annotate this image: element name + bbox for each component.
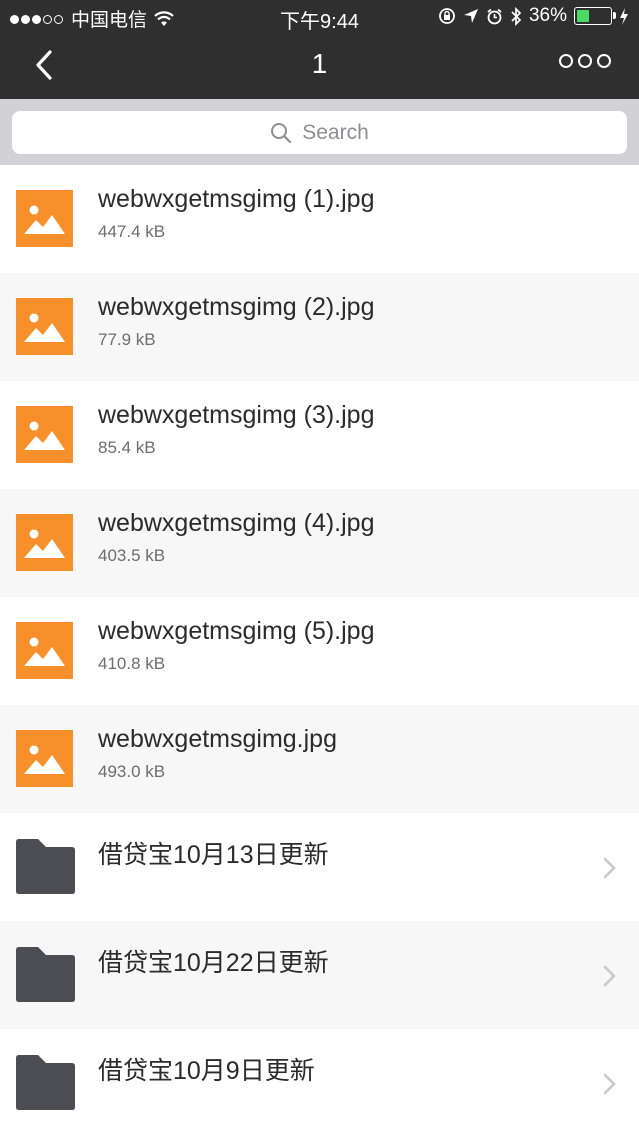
folder-icon — [16, 1055, 75, 1110]
file-row[interactable]: webwxgetmsgimg (3).jpg 85.4 kB — [0, 381, 639, 489]
orientation-lock-icon — [439, 8, 455, 24]
more-dot-icon — [559, 54, 573, 68]
file-size: 77.9 kB — [98, 330, 156, 349]
folder-row[interactable]: 借贷宝10月13日更新 — [0, 813, 639, 921]
image-file-icon — [16, 622, 73, 679]
status-bar: 中国电信 下午9:44 36% — [0, 0, 639, 33]
file-name: webwxgetmsgimg (3).jpg — [98, 401, 375, 429]
image-file-icon — [16, 406, 73, 463]
file-row[interactable]: webwxgetmsgimg (4).jpg 403.5 kB — [0, 489, 639, 597]
battery-percent: 36% — [528, 5, 567, 26]
file-name: webwxgetmsgimg (1).jpg — [98, 185, 375, 213]
file-size: 493.0 kB — [98, 762, 166, 781]
folder-name: 借贷宝10月13日更新 — [98, 841, 329, 869]
image-file-icon — [16, 190, 73, 247]
file-row[interactable]: webwxgetmsgimg (2).jpg 77.9 kB — [0, 273, 639, 381]
folder-row[interactable]: 借贷宝10月22日更新 — [0, 921, 639, 1029]
header: 中国电信 下午9:44 36% 1 — [0, 0, 639, 99]
chevron-right-icon — [603, 965, 616, 987]
more-dot-icon — [578, 54, 592, 68]
search-input[interactable]: Search — [12, 111, 627, 154]
folder-row[interactable]: 借贷宝10月9日更新 — [0, 1029, 639, 1137]
folder-name: 借贷宝10月9日更新 — [98, 1057, 315, 1085]
search-bar: Search — [0, 99, 639, 165]
file-name: webwxgetmsgimg (5).jpg — [98, 617, 375, 645]
file-row[interactable]: webwxgetmsgimg (5).jpg 410.8 kB — [0, 597, 639, 705]
folder-icon — [16, 839, 75, 894]
page-title: 1 — [311, 48, 328, 79]
search-icon — [271, 122, 292, 143]
file-size: 85.4 kB — [98, 438, 156, 457]
file-size: 410.8 kB — [98, 654, 166, 673]
folder-name: 借贷宝10月22日更新 — [98, 949, 329, 977]
file-row[interactable]: webwxgetmsgimg.jpg 493.0 kB — [0, 705, 639, 813]
alarm-icon — [487, 8, 502, 24]
navigation-bar: 1 — [0, 32, 639, 99]
location-arrow-icon — [463, 9, 478, 23]
more-dot-icon — [597, 54, 611, 68]
bluetooth-icon — [511, 6, 522, 26]
file-row[interactable]: webwxgetmsgimg (1).jpg 447.4 kB — [0, 165, 639, 273]
file-list: webwxgetmsgimg (1).jpg 447.4 kB webwxget… — [0, 165, 639, 1137]
file-size: 447.4 kB — [98, 222, 166, 241]
battery-icon — [574, 7, 616, 25]
chevron-right-icon — [603, 1073, 616, 1095]
image-file-icon — [16, 298, 73, 355]
charging-bolt-icon — [620, 7, 628, 25]
image-file-icon — [16, 730, 73, 787]
file-name: webwxgetmsgimg.jpg — [98, 725, 337, 753]
image-file-icon — [16, 514, 73, 571]
battery-level-fill — [577, 10, 589, 22]
folder-icon — [16, 947, 75, 1002]
more-options-button[interactable] — [559, 54, 611, 68]
search-placeholder: Search — [302, 120, 369, 144]
chevron-right-icon — [603, 857, 616, 879]
file-name: webwxgetmsgimg (4).jpg — [98, 509, 375, 537]
file-name: webwxgetmsgimg (2).jpg — [98, 293, 375, 321]
file-size: 403.5 kB — [98, 546, 166, 565]
